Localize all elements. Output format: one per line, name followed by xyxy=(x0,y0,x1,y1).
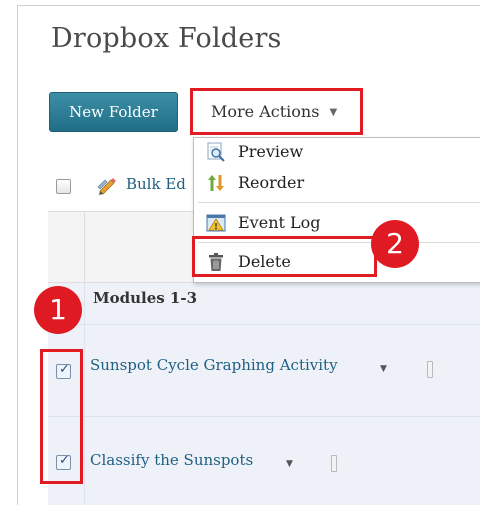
chevron-down-icon[interactable]: ▼ xyxy=(286,459,293,469)
column-divider xyxy=(84,283,85,325)
bulk-edit-link[interactable]: Bulk Ed xyxy=(126,175,186,193)
chevron-down-icon: ▼ xyxy=(329,107,338,118)
preview-icon xyxy=(207,142,225,162)
column-divider xyxy=(84,212,85,284)
menu-item-reorder[interactable]: Reorder xyxy=(194,169,480,199)
menu-item-event-log[interactable]: Event Log xyxy=(194,209,480,239)
chevron-down-icon[interactable]: ▼ xyxy=(380,364,387,374)
reorder-icon xyxy=(208,175,224,191)
section-label: Modules 1-3 xyxy=(93,289,198,307)
menu-item-label: Preview xyxy=(238,142,304,161)
menu-item-label: Reorder xyxy=(238,173,305,192)
column-divider xyxy=(84,417,85,505)
folder-link[interactable]: Sunspot Cycle Graphing Activity xyxy=(90,356,338,374)
drag-handle-icon[interactable] xyxy=(427,361,433,378)
new-folder-button[interactable]: New Folder xyxy=(49,92,178,132)
page-title: Dropbox Folders xyxy=(51,23,282,54)
menu-divider xyxy=(198,202,480,203)
column-divider xyxy=(84,325,85,417)
more-actions-label: More Actions xyxy=(211,102,320,121)
pencil-icon xyxy=(97,178,116,195)
drag-handle-icon[interactable] xyxy=(331,455,337,472)
event-log-icon xyxy=(206,214,226,232)
step-badge-2: 2 xyxy=(371,220,419,268)
dropbox-folders-panel: Dropbox Folders New Folder More Actions ▼… xyxy=(17,5,480,505)
select-all-checkbox[interactable] xyxy=(56,179,71,194)
folder-link[interactable]: Classify the Sunspots xyxy=(90,451,253,469)
more-actions-button[interactable]: More Actions ▼ xyxy=(190,88,363,135)
highlight-box-delete xyxy=(192,236,377,277)
highlight-box-checkboxes xyxy=(40,349,83,484)
menu-item-preview[interactable]: Preview xyxy=(194,138,480,168)
menu-item-label: Event Log xyxy=(238,213,321,232)
step-badge-1: 1 xyxy=(34,286,82,334)
